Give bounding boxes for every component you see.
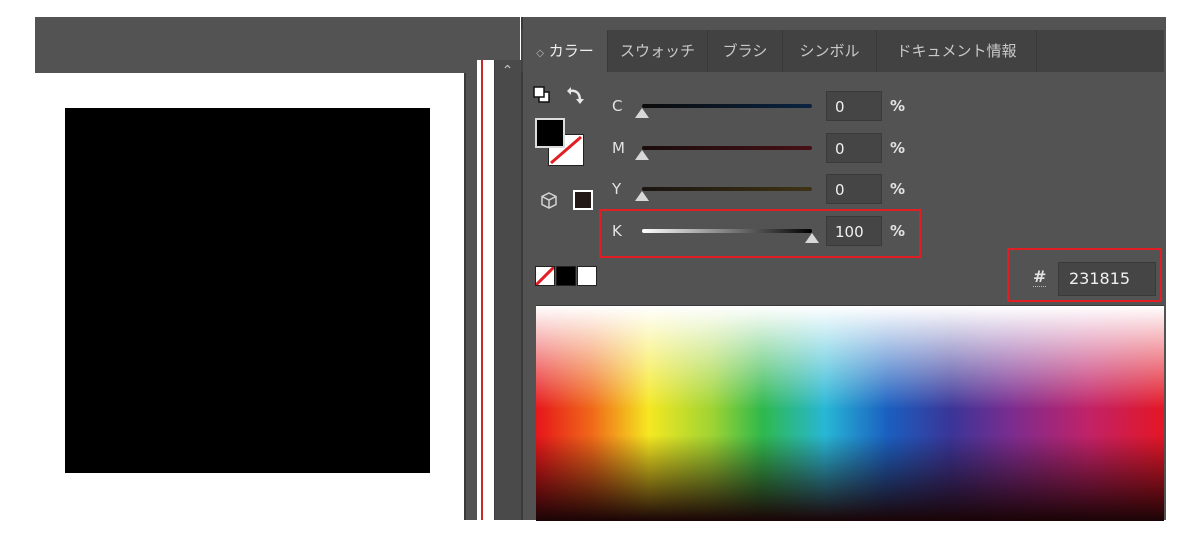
tab-document-info[interactable]: ドキュメント情報 xyxy=(877,30,1037,72)
tab-brushes-label: ブラシ xyxy=(722,42,768,60)
k-slider-highlight xyxy=(599,209,921,258)
slider-m-label: M xyxy=(612,139,625,157)
slider-m-input[interactable]: 0 xyxy=(826,133,882,163)
slider-y-unit: % xyxy=(890,180,906,198)
slider-c-unit: % xyxy=(890,97,906,115)
white-swatch-icon[interactable] xyxy=(577,266,597,286)
slider-m-track[interactable] xyxy=(642,146,812,150)
tab-swatches[interactable]: スウォッチ xyxy=(608,30,708,72)
tab-collapse-icon[interactable]: ◇ xyxy=(536,48,544,59)
canvas-top-strip xyxy=(35,17,520,60)
tab-document-info-label: ドキュメント情報 xyxy=(896,42,1017,60)
red-guide-line[interactable] xyxy=(481,60,483,520)
slider-y-thumb[interactable] xyxy=(635,191,649,201)
black-swatch-icon[interactable] xyxy=(556,266,576,286)
slider-m-thumb[interactable] xyxy=(635,150,649,160)
tab-color[interactable]: ◇ カラー xyxy=(523,30,608,72)
default-colors-icon[interactable] xyxy=(533,86,551,104)
hex-highlight xyxy=(1007,248,1162,302)
black-rectangle-object[interactable] xyxy=(65,108,430,473)
slider-m-unit: % xyxy=(890,139,906,157)
vertical-scrollbar[interactable] xyxy=(494,60,522,520)
swap-fill-stroke-icon[interactable] xyxy=(566,86,586,104)
tab-brushes[interactable]: ブラシ xyxy=(708,30,783,72)
scroll-up-icon[interactable]: ⌃ xyxy=(494,62,521,80)
slider-y-track[interactable] xyxy=(642,187,812,191)
slider-c-track[interactable] xyxy=(642,104,812,108)
slider-y-label: Y xyxy=(612,180,622,198)
none-swatch-icon[interactable] xyxy=(534,265,556,287)
artboard-edge xyxy=(464,73,466,520)
tab-color-label: カラー xyxy=(548,42,594,60)
tab-symbols-label: シンボル xyxy=(799,42,860,60)
fill-swatch-icon[interactable] xyxy=(535,118,565,148)
slider-c-thumb[interactable] xyxy=(635,108,649,118)
tab-symbols[interactable]: シンボル xyxy=(783,30,877,72)
slider-c-label: C xyxy=(612,97,623,115)
out-of-gamut-swatch[interactable] xyxy=(573,190,593,210)
slider-y-input[interactable]: 0 xyxy=(826,174,882,204)
gamut-cube-icon[interactable] xyxy=(541,192,557,209)
tab-swatches-label: スウォッチ xyxy=(619,42,695,60)
slider-c-input[interactable]: 0 xyxy=(826,91,882,121)
color-spectrum[interactable] xyxy=(536,305,1164,521)
